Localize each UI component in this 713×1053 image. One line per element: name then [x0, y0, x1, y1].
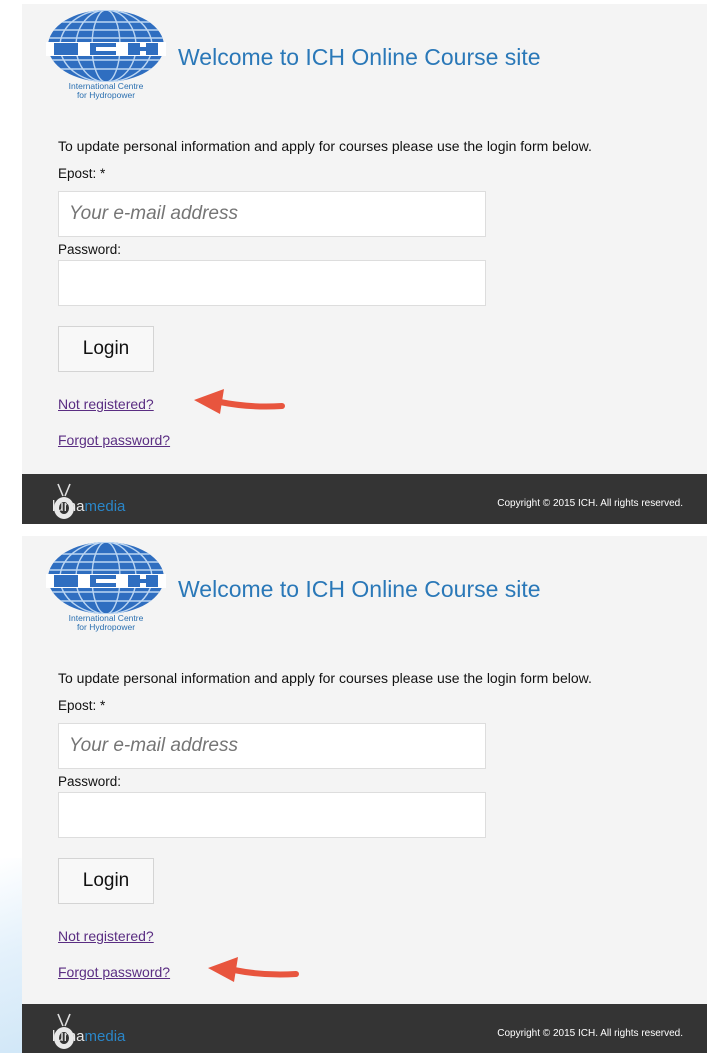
brand-luma: luma	[52, 1028, 85, 1045]
screenshot-panel-1: International Centre for Hydropower Welc…	[22, 4, 707, 524]
copyright-text: Copyright © 2015 ICH. All rights reserve…	[497, 498, 683, 509]
red-arrow-annotation	[208, 957, 299, 982]
red-arrow-annotation	[194, 389, 285, 414]
brand-media: media	[84, 498, 126, 515]
globe-logo-icon	[46, 542, 166, 614]
email-label: Epost: *	[58, 698, 106, 713]
lumamedia-brand: lumamedia	[52, 1028, 125, 1045]
logo-tagline: International Centre for Hydropower	[46, 82, 166, 100]
login-button[interactable]: Login	[58, 858, 154, 904]
password-label: Password:	[58, 242, 122, 257]
footer-bar: lumamedia Copyright © 2015 ICH. All righ…	[22, 1004, 707, 1053]
page-title: Welcome to ICH Online Course site	[178, 44, 541, 70]
logo-tagline: International Centre for Hydropower	[46, 614, 166, 632]
footer-bar: lumamedia Copyright © 2015 ICH. All righ…	[22, 474, 707, 524]
email-input[interactable]	[58, 191, 486, 237]
password-input[interactable]	[58, 260, 486, 306]
logo-tagline-line-2: for Hydropower	[76, 622, 136, 632]
screenshot-panel-2: International Centre for Hydropower Welc…	[22, 536, 707, 1053]
intro-text: To update personal information and apply…	[58, 138, 592, 154]
copyright-text: Copyright © 2015 ICH. All rights reserve…	[497, 1028, 683, 1039]
not-registered-link[interactable]: Not registered?	[58, 928, 154, 944]
globe-logo-icon	[46, 10, 166, 82]
intro-text: To update personal information and apply…	[58, 670, 592, 686]
password-input[interactable]	[58, 792, 486, 838]
password-label: Password:	[58, 774, 122, 789]
logo-tagline-line-2: for Hydropower	[76, 90, 136, 100]
login-button[interactable]: Login	[58, 326, 154, 372]
brand-media: media	[84, 1028, 126, 1045]
brand-luma: luma	[52, 498, 85, 515]
ich-logo: International Centre for Hydropower	[46, 8, 166, 104]
ich-logo: International Centre for Hydropower	[46, 540, 166, 636]
forgot-password-link[interactable]: Forgot password?	[58, 432, 170, 448]
lumamedia-brand: lumamedia	[52, 498, 125, 515]
page-title: Welcome to ICH Online Course site	[178, 576, 541, 602]
forgot-password-link[interactable]: Forgot password?	[58, 964, 170, 980]
email-input[interactable]	[58, 723, 486, 769]
not-registered-link[interactable]: Not registered?	[58, 396, 154, 412]
email-label: Epost: *	[58, 166, 106, 181]
